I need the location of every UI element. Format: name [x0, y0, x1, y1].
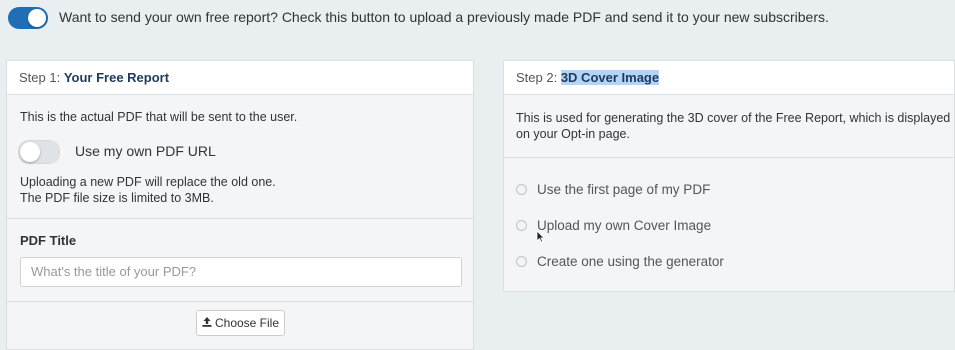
step2-header: Step 2: 3D Cover Image — [504, 61, 954, 95]
upload-note-line1: Uploading a new PDF will replace the old… — [20, 175, 276, 189]
pdf-title-label: PDF Title — [20, 233, 77, 248]
free-report-toggle-label: Want to send your own free report? Check… — [59, 9, 829, 25]
radio-generator[interactable] — [516, 256, 527, 267]
pdf-title-placeholder: What's the title of your PDF? — [31, 264, 197, 279]
toggle-knob — [28, 9, 46, 27]
cover-option-label: Upload my own Cover Image — [537, 218, 712, 233]
step2-panel: Step 2: 3D Cover Image This is used for … — [503, 60, 955, 292]
step1-title: Your Free Report — [63, 70, 170, 85]
free-report-toggle[interactable] — [8, 7, 48, 29]
cover-option-first-page[interactable]: Use the first page of my PDF — [516, 182, 710, 197]
cover-option-label: Create one using the generator — [537, 254, 724, 269]
cover-option-upload[interactable]: Upload my own Cover Image — [516, 218, 711, 233]
step2-description: This is used for generating the 3D cover… — [516, 110, 950, 142]
choose-file-button[interactable]: Choose File — [196, 310, 285, 336]
cover-options: Use the first page of my PDF Upload my o… — [504, 158, 954, 292]
pdf-upload-section: This is the actual PDF that will be sent… — [7, 95, 473, 219]
upload-note: Uploading a new PDF will replace the old… — [20, 174, 276, 206]
upload-icon — [202, 316, 212, 330]
top-bar: Want to send your own free report? Check… — [0, 0, 955, 36]
step1-header: Step 1: Your Free Report — [7, 61, 473, 95]
step1-panel: Step 1: Your Free Report This is the act… — [6, 60, 474, 350]
own-pdf-url-toggle[interactable] — [18, 140, 60, 164]
radio-first-page[interactable] — [516, 184, 527, 195]
mouse-cursor-icon — [536, 230, 545, 248]
cover-description-section: This is used for generating the 3D cover… — [504, 95, 954, 158]
cover-option-label: Use the first page of my PDF — [537, 182, 711, 197]
step2-description-line2: on your Opt-in page. — [516, 127, 630, 141]
step2-label: Step 2: — [516, 70, 558, 85]
radio-upload[interactable] — [516, 220, 527, 231]
cover-option-generator[interactable]: Create one using the generator — [516, 254, 724, 269]
pdf-title-input[interactable]: What's the title of your PDF? — [20, 257, 462, 287]
own-pdf-url-label: Use my own PDF URL — [75, 143, 216, 159]
upload-note-line2: The PDF file size is limited to 3MB. — [20, 191, 214, 205]
step2-description-line1: This is used for generating the 3D cover… — [516, 111, 951, 125]
step1-label: Step 1: — [19, 70, 61, 85]
toggle-knob — [20, 142, 40, 162]
choose-file-label: Choose File — [214, 316, 280, 330]
step1-description: This is the actual PDF that will be sent… — [20, 110, 298, 124]
step2-title: 3D Cover Image — [560, 70, 660, 85]
